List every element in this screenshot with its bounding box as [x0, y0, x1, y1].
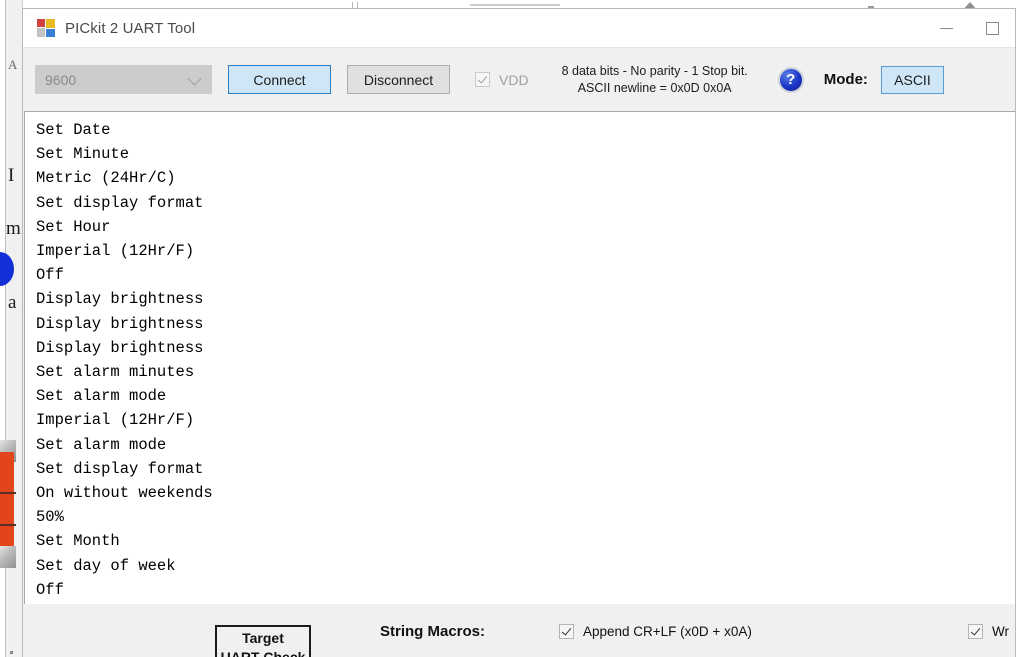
pickit-app-icon	[37, 19, 55, 37]
toolbar: 9600 Connect Disconnect VDD 8 data bits …	[23, 47, 1015, 111]
window-controls	[923, 9, 1015, 47]
mode-label: Mode:	[823, 71, 868, 88]
background-dark-line	[0, 524, 16, 526]
terminal-output-panel[interactable]: Set Date Set Minute Metric (24Hr/C) Set …	[24, 111, 1015, 604]
background-top-mark	[470, 4, 560, 6]
background-blue-ellipse	[0, 252, 14, 286]
vdd-checkbox[interactable]	[475, 72, 490, 87]
bottom-bar: Target UART Check String Macros: Append …	[23, 604, 1015, 657]
append-crlf-label: Append CR+LF (x0D + x0A)	[583, 624, 752, 639]
title-bar: PICkit 2 UART Tool	[23, 9, 1015, 47]
maximize-icon	[985, 21, 999, 35]
wrap-label: Wr	[992, 624, 1009, 639]
background-glyph-a: A	[8, 57, 18, 72]
chevron-down-icon	[187, 71, 202, 86]
mode-toggle-button[interactable]: ASCII	[880, 65, 944, 94]
append-crlf-checkbox[interactable]	[559, 624, 574, 639]
help-question-icon[interactable]: ?	[777, 66, 804, 93]
background-dark-line	[0, 492, 16, 494]
background-glyph-a2: a	[8, 292, 17, 313]
background-red-shape	[0, 452, 14, 548]
background-glyph-i: I	[8, 165, 15, 186]
maximize-button[interactable]	[969, 9, 1015, 47]
uart-settings-line-2: ASCII newline = 0x0D 0x0A	[577, 80, 732, 95]
vdd-label: VDD	[499, 71, 529, 88]
disconnect-button[interactable]: Disconnect	[347, 65, 450, 94]
baud-rate-value: 9600	[45, 71, 77, 88]
vdd-checkbox-group[interactable]: VDD	[475, 72, 529, 88]
target-button-line-1: Target	[242, 630, 284, 646]
uart-settings-info: 8 data bits - No parity - 1 Stop bit. AS…	[562, 63, 748, 97]
baud-rate-select[interactable]: 9600	[35, 65, 212, 94]
wrap-checkbox[interactable]	[968, 624, 983, 639]
target-uart-check-button[interactable]: Target UART Check	[215, 625, 311, 657]
background-left-strip: A I m a	[0, 0, 23, 657]
background-glyph-m: m	[6, 218, 21, 239]
terminal-output-text: Set Date Set Minute Metric (24Hr/C) Set …	[36, 121, 213, 599]
minimize-icon	[939, 27, 953, 29]
uart-settings-line-1: 8 data bits - No parity - 1 Stop bit.	[561, 63, 748, 78]
background-gray-diagonal	[0, 546, 16, 568]
pickit-uart-tool-window: PICkit 2 UART Tool 9600 Connect Disconne…	[22, 8, 1016, 657]
string-macros-label: String Macros:	[380, 623, 486, 640]
background-dot	[10, 651, 13, 654]
minimize-button[interactable]	[923, 9, 969, 47]
target-button-line-2: UART Check	[220, 649, 306, 657]
wrap-checkbox-group[interactable]: Wr	[968, 624, 1009, 639]
append-crlf-checkbox-group[interactable]: Append CR+LF (x0D + x0A)	[559, 624, 752, 639]
window-title: PICkit 2 UART Tool	[65, 19, 196, 37]
connect-button[interactable]: Connect	[228, 65, 331, 94]
